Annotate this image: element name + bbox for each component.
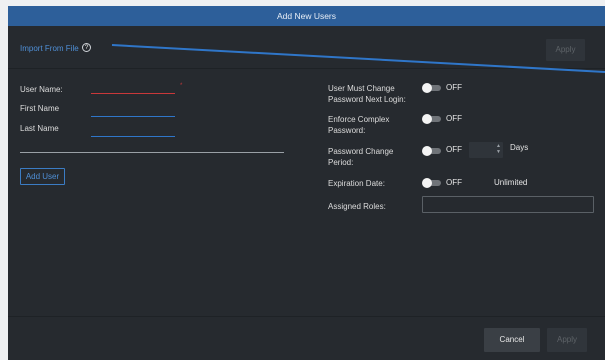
annotation-arrow: [111, 44, 605, 73]
